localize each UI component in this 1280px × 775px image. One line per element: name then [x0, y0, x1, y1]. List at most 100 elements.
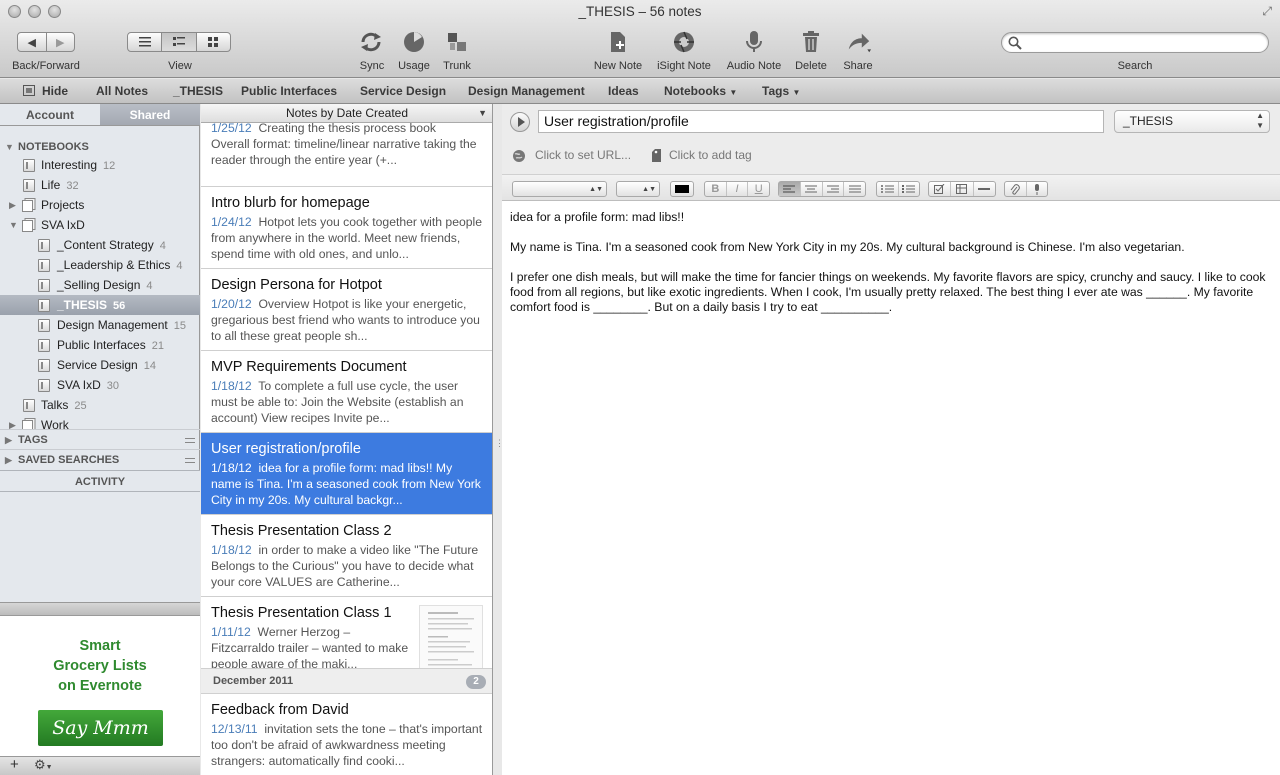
notebook-icon — [38, 339, 50, 352]
sidebar-item-sva-ixd[interactable]: SVA IxD 30 — [0, 375, 200, 395]
note-snippet: 1/18/12 To complete a full use cycle, th… — [211, 378, 483, 426]
disclosure-open-icon[interactable]: ▼ — [9, 215, 18, 235]
new-note-button[interactable] — [605, 30, 631, 54]
tab-account[interactable]: Account — [0, 104, 100, 125]
note-list-item[interactable]: 1/25/12 Creating the thesis process book… — [201, 123, 492, 187]
note-list-item-selected[interactable]: User registration/profile 1/18/12 idea f… — [201, 433, 492, 515]
sidebar-item-design-management[interactable]: Design Management 15 — [0, 315, 200, 335]
align-center-button[interactable] — [799, 182, 822, 196]
hide-sidebar-button[interactable]: Hide — [42, 84, 68, 98]
saved-searches-section-header[interactable]: ▶ SAVED SEARCHES — [0, 449, 200, 469]
attachment-button[interactable] — [1005, 182, 1026, 196]
sidebar-item-talks[interactable]: Talks 25 — [0, 395, 200, 415]
disclosure-closed-icon[interactable]: ▶ — [9, 195, 16, 215]
shortcut-service-design[interactable]: Service Design — [360, 84, 446, 98]
align-right-button[interactable] — [821, 182, 844, 196]
notebook-icon — [38, 379, 50, 392]
checkbox-button[interactable] — [929, 182, 950, 196]
share-arrow-icon — [848, 33, 872, 53]
isight-note-button[interactable] — [671, 30, 697, 54]
justify-button[interactable] — [843, 182, 865, 196]
activity-header[interactable]: ACTIVITY — [0, 470, 200, 492]
chevron-down-icon: ▼ — [792, 88, 801, 97]
notebook-count: 56 — [113, 300, 126, 312]
trunk-button[interactable] — [444, 30, 470, 54]
promo-button[interactable]: Say Mmm — [38, 710, 163, 746]
sidebar-item-work[interactable]: ▶ Work — [0, 415, 200, 429]
usage-button[interactable] — [401, 30, 427, 54]
list-view-button[interactable] — [128, 33, 161, 51]
bullet-list-button[interactable] — [877, 182, 898, 196]
disclosure-closed-icon[interactable]: ▶ — [9, 415, 16, 429]
align-left-button[interactable] — [779, 182, 800, 196]
note-snippet: 1/25/12 Creating the thesis process book… — [211, 123, 483, 168]
shortcut-public-interfaces[interactable]: Public Interfaces — [241, 84, 337, 98]
audio-note-label: Audio Note — [726, 60, 782, 72]
disclosure-closed-icon: ▶ — [5, 435, 12, 445]
back-button[interactable]: ◀ — [18, 33, 46, 51]
sidebar-item-leadership-ethics[interactable]: _Leadership & Ethics 4 — [0, 255, 200, 275]
play-icon[interactable] — [510, 112, 530, 132]
note-title-field[interactable]: User registration/profile — [538, 110, 1104, 133]
drag-handle-icon[interactable] — [185, 458, 195, 463]
tab-shared[interactable]: Shared — [100, 104, 200, 125]
note-list-item[interactable]: MVP Requirements Document 1/18/12 To com… — [201, 351, 492, 433]
sidebar-splitter[interactable] — [0, 602, 200, 616]
sync-button[interactable] — [358, 30, 384, 54]
note-body[interactable]: idea for a profile form: mad libs!! My n… — [510, 210, 1272, 330]
share-button[interactable] — [846, 30, 872, 54]
sidebar-item-selling-design[interactable]: _Selling Design 4 — [0, 275, 200, 295]
shortcut-design-management[interactable]: Design Management — [468, 84, 585, 98]
sidebar-item-projects[interactable]: ▶ Projects — [0, 195, 200, 215]
notebooks-menu[interactable]: Notebooks ▼ — [664, 84, 737, 98]
forward-button[interactable]: ▶ — [45, 33, 75, 51]
sidebar-item-sva-ixd-stack[interactable]: ▼ SVA IxD — [0, 215, 200, 235]
font-family-select[interactable]: ▲▼ — [512, 181, 607, 197]
note-list-item[interactable]: Feedback from David 12/13/11 invitation … — [201, 694, 492, 775]
shortcut-all-notes[interactable]: All Notes — [96, 84, 148, 98]
sidebar-item-interesting[interactable]: Interesting 12 — [0, 155, 200, 175]
note-list-sort-header[interactable]: Notes by Date Created ▼ — [201, 104, 492, 123]
note-list-item[interactable]: Intro blurb for homepage 1/24/12 Hotpot … — [201, 187, 492, 269]
audio-note-button[interactable] — [741, 30, 767, 54]
sidebar-item-content-strategy[interactable]: _Content Strategy 4 — [0, 235, 200, 255]
tags-section-header[interactable]: ▶ TAGS — [0, 429, 200, 449]
note-list-item[interactable]: Design Persona for Hotpot 1/20/12 Overvi… — [201, 269, 492, 351]
font-size-select[interactable]: ▲▼ — [616, 181, 660, 197]
table-button[interactable] — [950, 182, 972, 196]
italic-button[interactable]: I — [725, 182, 748, 196]
note-snippet-text: in order to make a video like "The Futur… — [211, 543, 479, 589]
card-view-button[interactable] — [195, 33, 230, 51]
tags-menu[interactable]: Tags ▼ — [762, 84, 800, 98]
sidebar-item-thesis[interactable]: _THESIS 56 — [0, 295, 200, 315]
set-url-field[interactable]: Click to set URL... — [535, 148, 631, 162]
fullscreen-icon[interactable]: ⤢ — [1262, 4, 1272, 19]
note-list-item[interactable]: Thesis Presentation Class 2 1/18/12 in o… — [201, 515, 492, 597]
underline-button[interactable]: U — [747, 182, 769, 196]
shortcut-ideas[interactable]: Ideas — [608, 84, 639, 98]
note-editor: User registration/profile _THESIS ▲ ▼ Cli… — [502, 104, 1280, 775]
pane-splitter-handle[interactable]: ⋮ — [495, 438, 504, 448]
delete-button[interactable] — [798, 30, 824, 54]
bold-button[interactable]: B — [705, 182, 726, 196]
record-audio-button[interactable] — [1025, 182, 1048, 196]
sidebar-item-public-interfaces[interactable]: Public Interfaces 21 — [0, 335, 200, 355]
sidebar-item-service-design[interactable]: Service Design 14 — [0, 355, 200, 375]
numbered-list-button[interactable] — [897, 182, 920, 196]
sidebar-item-life[interactable]: Life 32 — [0, 175, 200, 195]
shortcut-thesis[interactable]: _THESIS — [173, 84, 223, 98]
note-list-item[interactable]: Thesis Presentation Class 1 1/11/12 Wern… — [201, 597, 492, 679]
notebook-select[interactable]: _THESIS ▲ ▼ — [1114, 110, 1270, 133]
add-tag-field[interactable]: Click to add tag — [669, 148, 752, 162]
add-icon[interactable]: + — [10, 756, 19, 773]
snippet-view-button[interactable] — [161, 33, 196, 51]
notebook-icon — [38, 259, 50, 272]
horizontal-rule-button[interactable] — [972, 182, 995, 196]
formatting-toolbar: ▲▼ ▲▼ B I U — [502, 174, 1280, 201]
promo-ad[interactable]: Smart Grocery Lists on Evernote Say Mmm — [0, 616, 200, 756]
notebooks-section-header[interactable]: ▼ NOTEBOOKS — [0, 137, 200, 157]
text-color-button[interactable] — [670, 181, 694, 197]
drag-handle-icon[interactable] — [185, 438, 195, 443]
gear-icon[interactable]: ⚙▼ — [34, 757, 53, 773]
search-field[interactable] — [1001, 32, 1269, 53]
